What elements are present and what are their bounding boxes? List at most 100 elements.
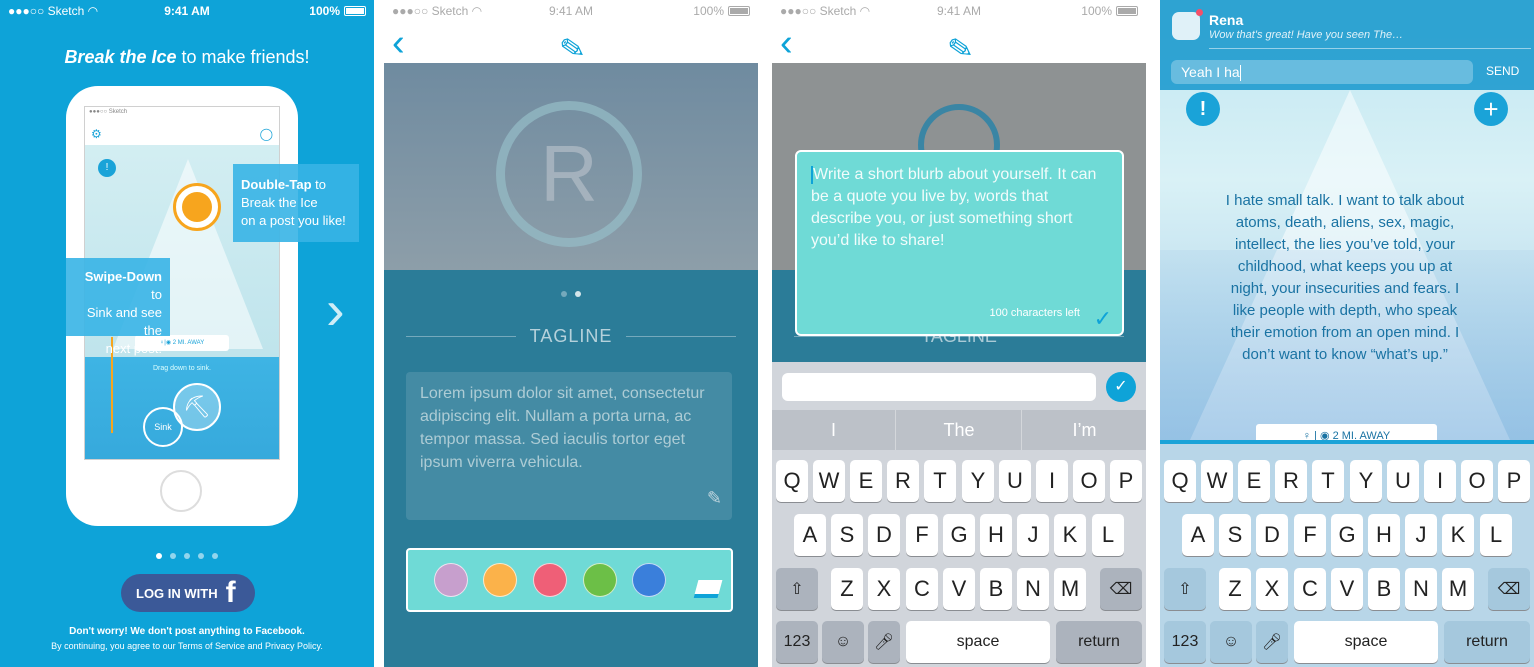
key-a[interactable]: A <box>1182 514 1214 556</box>
key-d[interactable]: D <box>1256 514 1288 556</box>
key-h[interactable]: H <box>1368 514 1400 556</box>
add-icon[interactable]: + <box>1474 92 1508 126</box>
tagline-heading: TAGLINE <box>516 326 626 347</box>
key-j[interactable]: J <box>1405 514 1437 556</box>
key-k[interactable]: K <box>1054 514 1086 556</box>
tagline-textbox[interactable]: Lorem ipsum dolor sit amet, consectetur … <box>406 372 732 520</box>
blurb-dialog[interactable]: Write a short blurb about yourself. It c… <box>795 150 1124 336</box>
paint-bucket-icon[interactable] <box>693 580 723 598</box>
key-y[interactable]: Y <box>1350 460 1382 502</box>
key-p[interactable]: P <box>1110 460 1142 502</box>
reply-input[interactable]: Yeah I ha <box>1171 60 1473 84</box>
key-v[interactable]: V <box>1331 568 1363 610</box>
suggestion-3[interactable]: I’m <box>1023 410 1146 450</box>
reply-text: Yeah I ha <box>1181 64 1240 80</box>
key-n[interactable]: N <box>1405 568 1437 610</box>
edit-icon[interactable]: ✎ <box>707 487 722 510</box>
key-r[interactable]: R <box>1275 460 1307 502</box>
report-icon[interactable]: ! <box>1186 92 1220 126</box>
key-c[interactable]: C <box>1294 568 1326 610</box>
emoji-key[interactable]: ☺ <box>822 621 864 663</box>
status-bar: ●●●○○ Sketch ◠ 9:41 AM 100% <box>772 0 1146 22</box>
key-h[interactable]: H <box>980 514 1012 556</box>
key-a[interactable]: A <box>794 514 826 556</box>
key-q[interactable]: Q <box>1164 460 1196 502</box>
key-t[interactable]: T <box>924 460 956 502</box>
key-m[interactable]: M <box>1054 568 1086 610</box>
key-i[interactable]: I <box>1036 460 1068 502</box>
key-q[interactable]: Q <box>776 460 808 502</box>
key-c[interactable]: C <box>906 568 938 610</box>
emoji-key[interactable]: ☺ <box>1210 621 1252 663</box>
swatch-orange[interactable] <box>483 563 517 597</box>
swatch-blue[interactable] <box>632 563 666 597</box>
key-e[interactable]: E <box>1238 460 1270 502</box>
back-button[interactable]: ‹ <box>780 24 793 62</box>
suggestion-2[interactable]: The <box>897 410 1022 450</box>
swatch-red[interactable] <box>533 563 567 597</box>
key-y[interactable]: Y <box>962 460 994 502</box>
suggestion-1[interactable]: I <box>772 410 896 450</box>
numbers-key[interactable]: 123 <box>1164 621 1206 663</box>
home-button <box>160 470 202 512</box>
status-bar: ●●●○○ Sketch ◠ 9:41 AM 100% <box>384 0 758 22</box>
key-j[interactable]: J <box>1017 514 1049 556</box>
key-k[interactable]: K <box>1442 514 1474 556</box>
key-r[interactable]: R <box>887 460 919 502</box>
onboarding-title: Break the Ice to make friends! <box>64 47 310 67</box>
microphone-key[interactable]: 🎤︎ <box>1256 621 1288 663</box>
swatch-purple[interactable] <box>434 563 468 597</box>
key-x[interactable]: X <box>1256 568 1288 610</box>
backspace-key[interactable]: ⌫ <box>1100 568 1142 610</box>
double-tap-target <box>173 183 221 231</box>
key-x[interactable]: X <box>868 568 900 610</box>
key-p[interactable]: P <box>1498 460 1530 502</box>
confirm-button[interactable]: ✓ <box>1106 372 1136 402</box>
status-time: 9:41 AM <box>936 4 982 18</box>
key-b[interactable]: B <box>1368 568 1400 610</box>
checkmark-icon[interactable]: ✓ <box>1094 308 1112 330</box>
key-s[interactable]: S <box>1219 514 1251 556</box>
text-input[interactable] <box>782 373 1096 401</box>
key-z[interactable]: Z <box>831 568 863 610</box>
key-m[interactable]: M <box>1442 568 1474 610</box>
key-g[interactable]: G <box>943 514 975 556</box>
key-t[interactable]: T <box>1312 460 1344 502</box>
page-dot <box>212 553 218 559</box>
backspace-key[interactable]: ⌫ <box>1488 568 1530 610</box>
key-i[interactable]: I <box>1424 460 1456 502</box>
settings-icon: ⚙ <box>91 127 102 141</box>
key-s[interactable]: S <box>831 514 863 556</box>
key-d[interactable]: D <box>868 514 900 556</box>
key-z[interactable]: Z <box>1219 568 1251 610</box>
key-f[interactable]: F <box>906 514 938 556</box>
key-v[interactable]: V <box>943 568 975 610</box>
back-button[interactable]: ‹ <box>392 24 405 62</box>
return-key[interactable]: return <box>1056 621 1142 663</box>
numbers-key[interactable]: 123 <box>776 621 818 663</box>
login-label: LOG IN WITH <box>136 585 218 601</box>
key-e[interactable]: E <box>850 460 882 502</box>
key-l[interactable]: L <box>1480 514 1512 556</box>
key-o[interactable]: O <box>1461 460 1493 502</box>
key-b[interactable]: B <box>980 568 1012 610</box>
facebook-login-button[interactable]: LOG IN WITH f <box>121 574 255 612</box>
space-key[interactable]: space <box>906 621 1050 663</box>
send-button[interactable]: SEND <box>1486 64 1519 78</box>
key-w[interactable]: W <box>813 460 845 502</box>
next-arrow[interactable]: › <box>326 280 345 340</box>
key-w[interactable]: W <box>1201 460 1233 502</box>
space-key[interactable]: space <box>1294 621 1438 663</box>
return-key[interactable]: return <box>1444 621 1530 663</box>
key-u[interactable]: U <box>1387 460 1419 502</box>
key-l[interactable]: L <box>1092 514 1124 556</box>
microphone-key[interactable]: 🎤︎ <box>868 621 900 663</box>
swatch-green[interactable] <box>583 563 617 597</box>
key-n[interactable]: N <box>1017 568 1049 610</box>
key-f[interactable]: F <box>1294 514 1326 556</box>
key-o[interactable]: O <box>1073 460 1105 502</box>
key-u[interactable]: U <box>999 460 1031 502</box>
key-g[interactable]: G <box>1331 514 1363 556</box>
shift-key[interactable]: ⇧ <box>1164 568 1206 610</box>
shift-key[interactable]: ⇧ <box>776 568 818 610</box>
